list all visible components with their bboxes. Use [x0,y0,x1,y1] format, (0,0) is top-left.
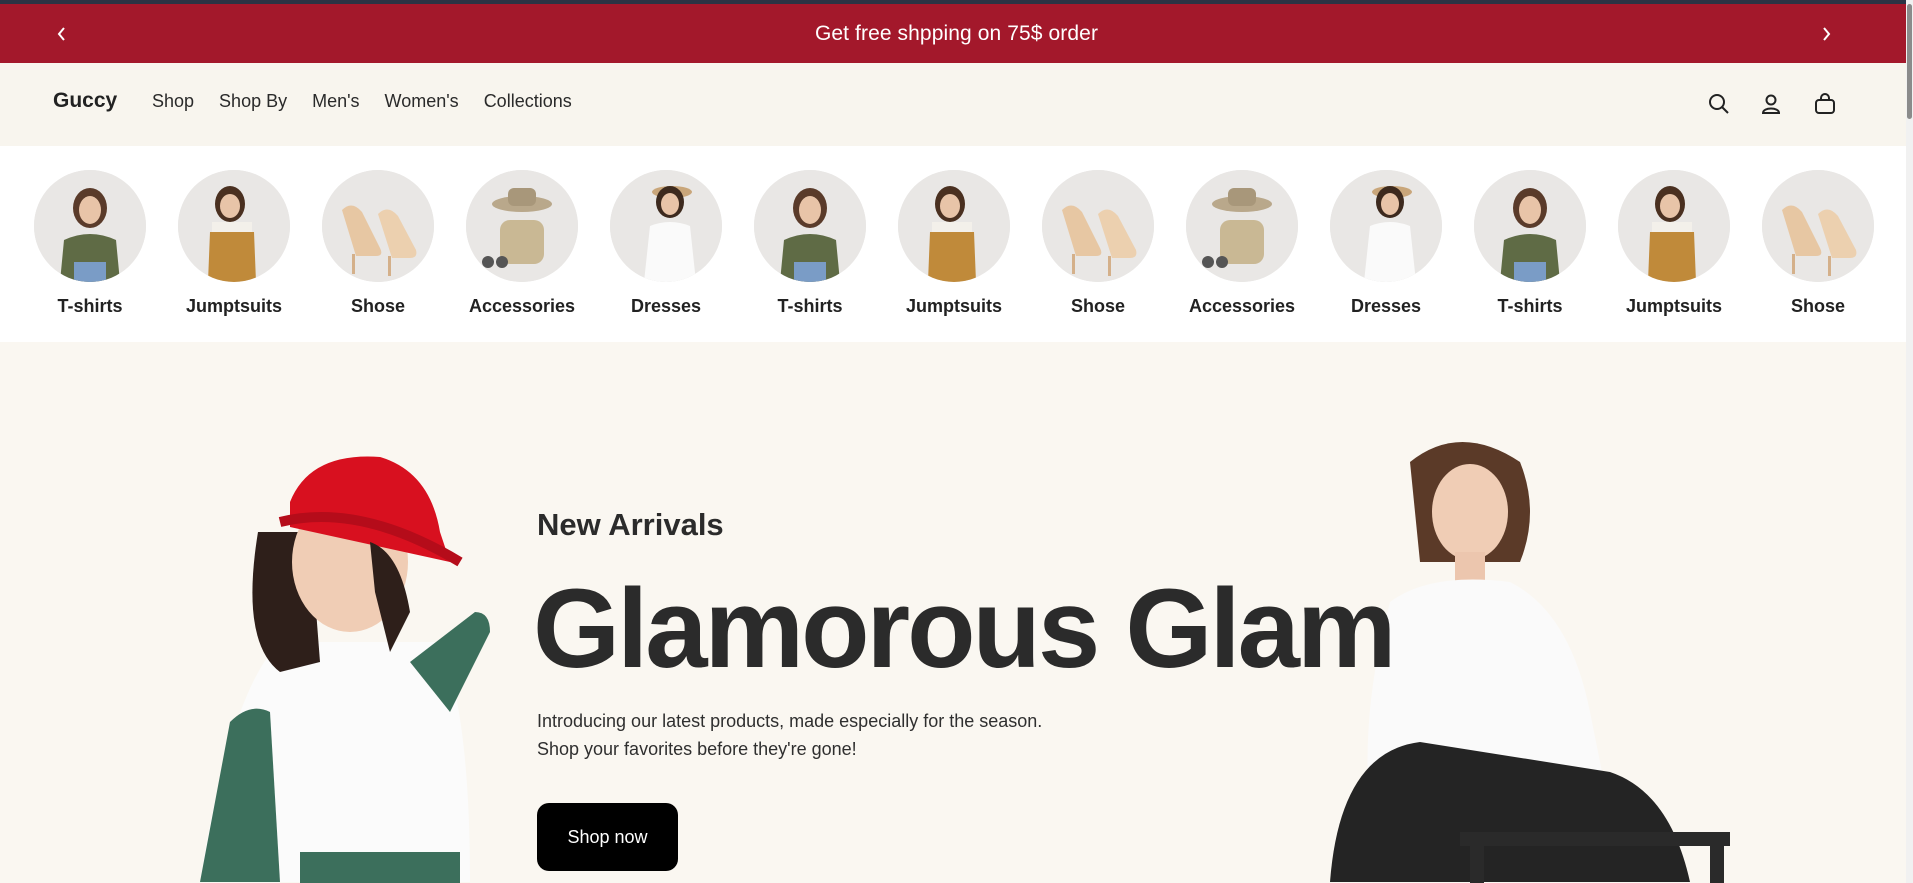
account-button[interactable] [1757,90,1785,118]
category-image [898,170,1010,282]
category-image [322,170,434,282]
category-label: T-shirts [777,296,843,316]
shopping-bag-icon [1815,93,1835,114]
nav-collections[interactable]: Collections [484,91,572,112]
category-image [1186,170,1298,282]
user-icon [1761,94,1781,114]
category-image [178,170,290,282]
page-scrollbar[interactable] [1906,0,1913,883]
category-item[interactable]: Accessories [450,170,594,317]
hero-model-left-image [200,456,490,883]
category-label: Dresses [1350,296,1422,316]
category-image [754,170,866,282]
hero-description-line: Introducing our latest products, made es… [537,711,1043,731]
announcement-prev-button[interactable] [42,4,82,63]
category-item[interactable]: Shose [306,170,450,317]
site-logo[interactable]: Guccy [53,89,117,113]
category-label: Jumptsuits [185,296,282,316]
category-item[interactable]: Shose [1026,170,1170,317]
nav-shop-by[interactable]: Shop By [219,91,287,112]
category-label: Shose [1790,296,1846,316]
nav-mens[interactable]: Men's [312,91,359,112]
hero-description: Introducing our latest products, made es… [537,707,1042,763]
category-image [610,170,722,282]
category-image [466,170,578,282]
category-label: Jumptsuits [905,296,1002,316]
category-image [34,170,146,282]
category-item[interactable]: Accessories [1170,170,1314,317]
category-label: Dresses [630,296,702,316]
category-label: Accessories [1188,296,1296,316]
chevron-right-icon [1823,26,1831,41]
category-label: Shose [1070,296,1126,316]
category-label: Shose [350,296,406,316]
category-item[interactable]: Jumptsuits [162,170,306,317]
category-label: T-shirts [1497,296,1563,316]
category-image [1042,170,1154,282]
category-image [1330,170,1442,282]
cart-button[interactable] [1811,90,1839,118]
hero-description-line: Shop your favorites before they're gone! [537,739,857,759]
announcement-message: Get free shpping on 75$ order [814,21,1099,45]
category-item[interactable]: T-shirts [18,170,162,317]
search-button[interactable] [1705,90,1733,118]
hero-headline: Glamorous Glam [533,566,1396,691]
nav-womens[interactable]: Women's [385,91,459,112]
category-item[interactable]: Shose [1746,170,1890,317]
category-carousel: T-shirts Jumptsuits Shose Accessories Dr… [0,146,1906,342]
hero-eyebrow: New Arrivals [537,507,724,542]
category-item[interactable]: Dresses [594,170,738,317]
announcement-next-button[interactable] [1806,4,1846,63]
category-image [1618,170,1730,282]
hero-banner: New Arrivals Glamorous Glam Introducing … [0,342,1906,883]
category-item[interactable]: Jumptsuits [1602,170,1746,317]
category-label: T-shirts [57,296,123,316]
shop-now-button[interactable]: Shop now [537,803,678,871]
main-nav: Shop Shop By Men's Women's Collections [152,91,597,112]
category-item[interactable]: T-shirts [1458,170,1602,317]
search-icon [1709,94,1729,114]
announcement-bar: Get free shpping on 75$ order [0,4,1913,63]
site-header: Guccy Shop Shop By Men's Women's Collect… [0,63,1913,146]
category-item[interactable]: Dresses [1314,170,1458,317]
category-image [1474,170,1586,282]
category-image [1762,170,1874,282]
category-item[interactable]: Jumptsuits [882,170,1026,317]
chevron-left-icon [57,26,65,41]
scrollbar-thumb[interactable] [1907,4,1912,119]
category-label: Jumptsuits [1625,296,1722,316]
category-item[interactable]: T-shirts [738,170,882,317]
nav-shop[interactable]: Shop [152,91,194,112]
category-label: Accessories [468,296,576,316]
